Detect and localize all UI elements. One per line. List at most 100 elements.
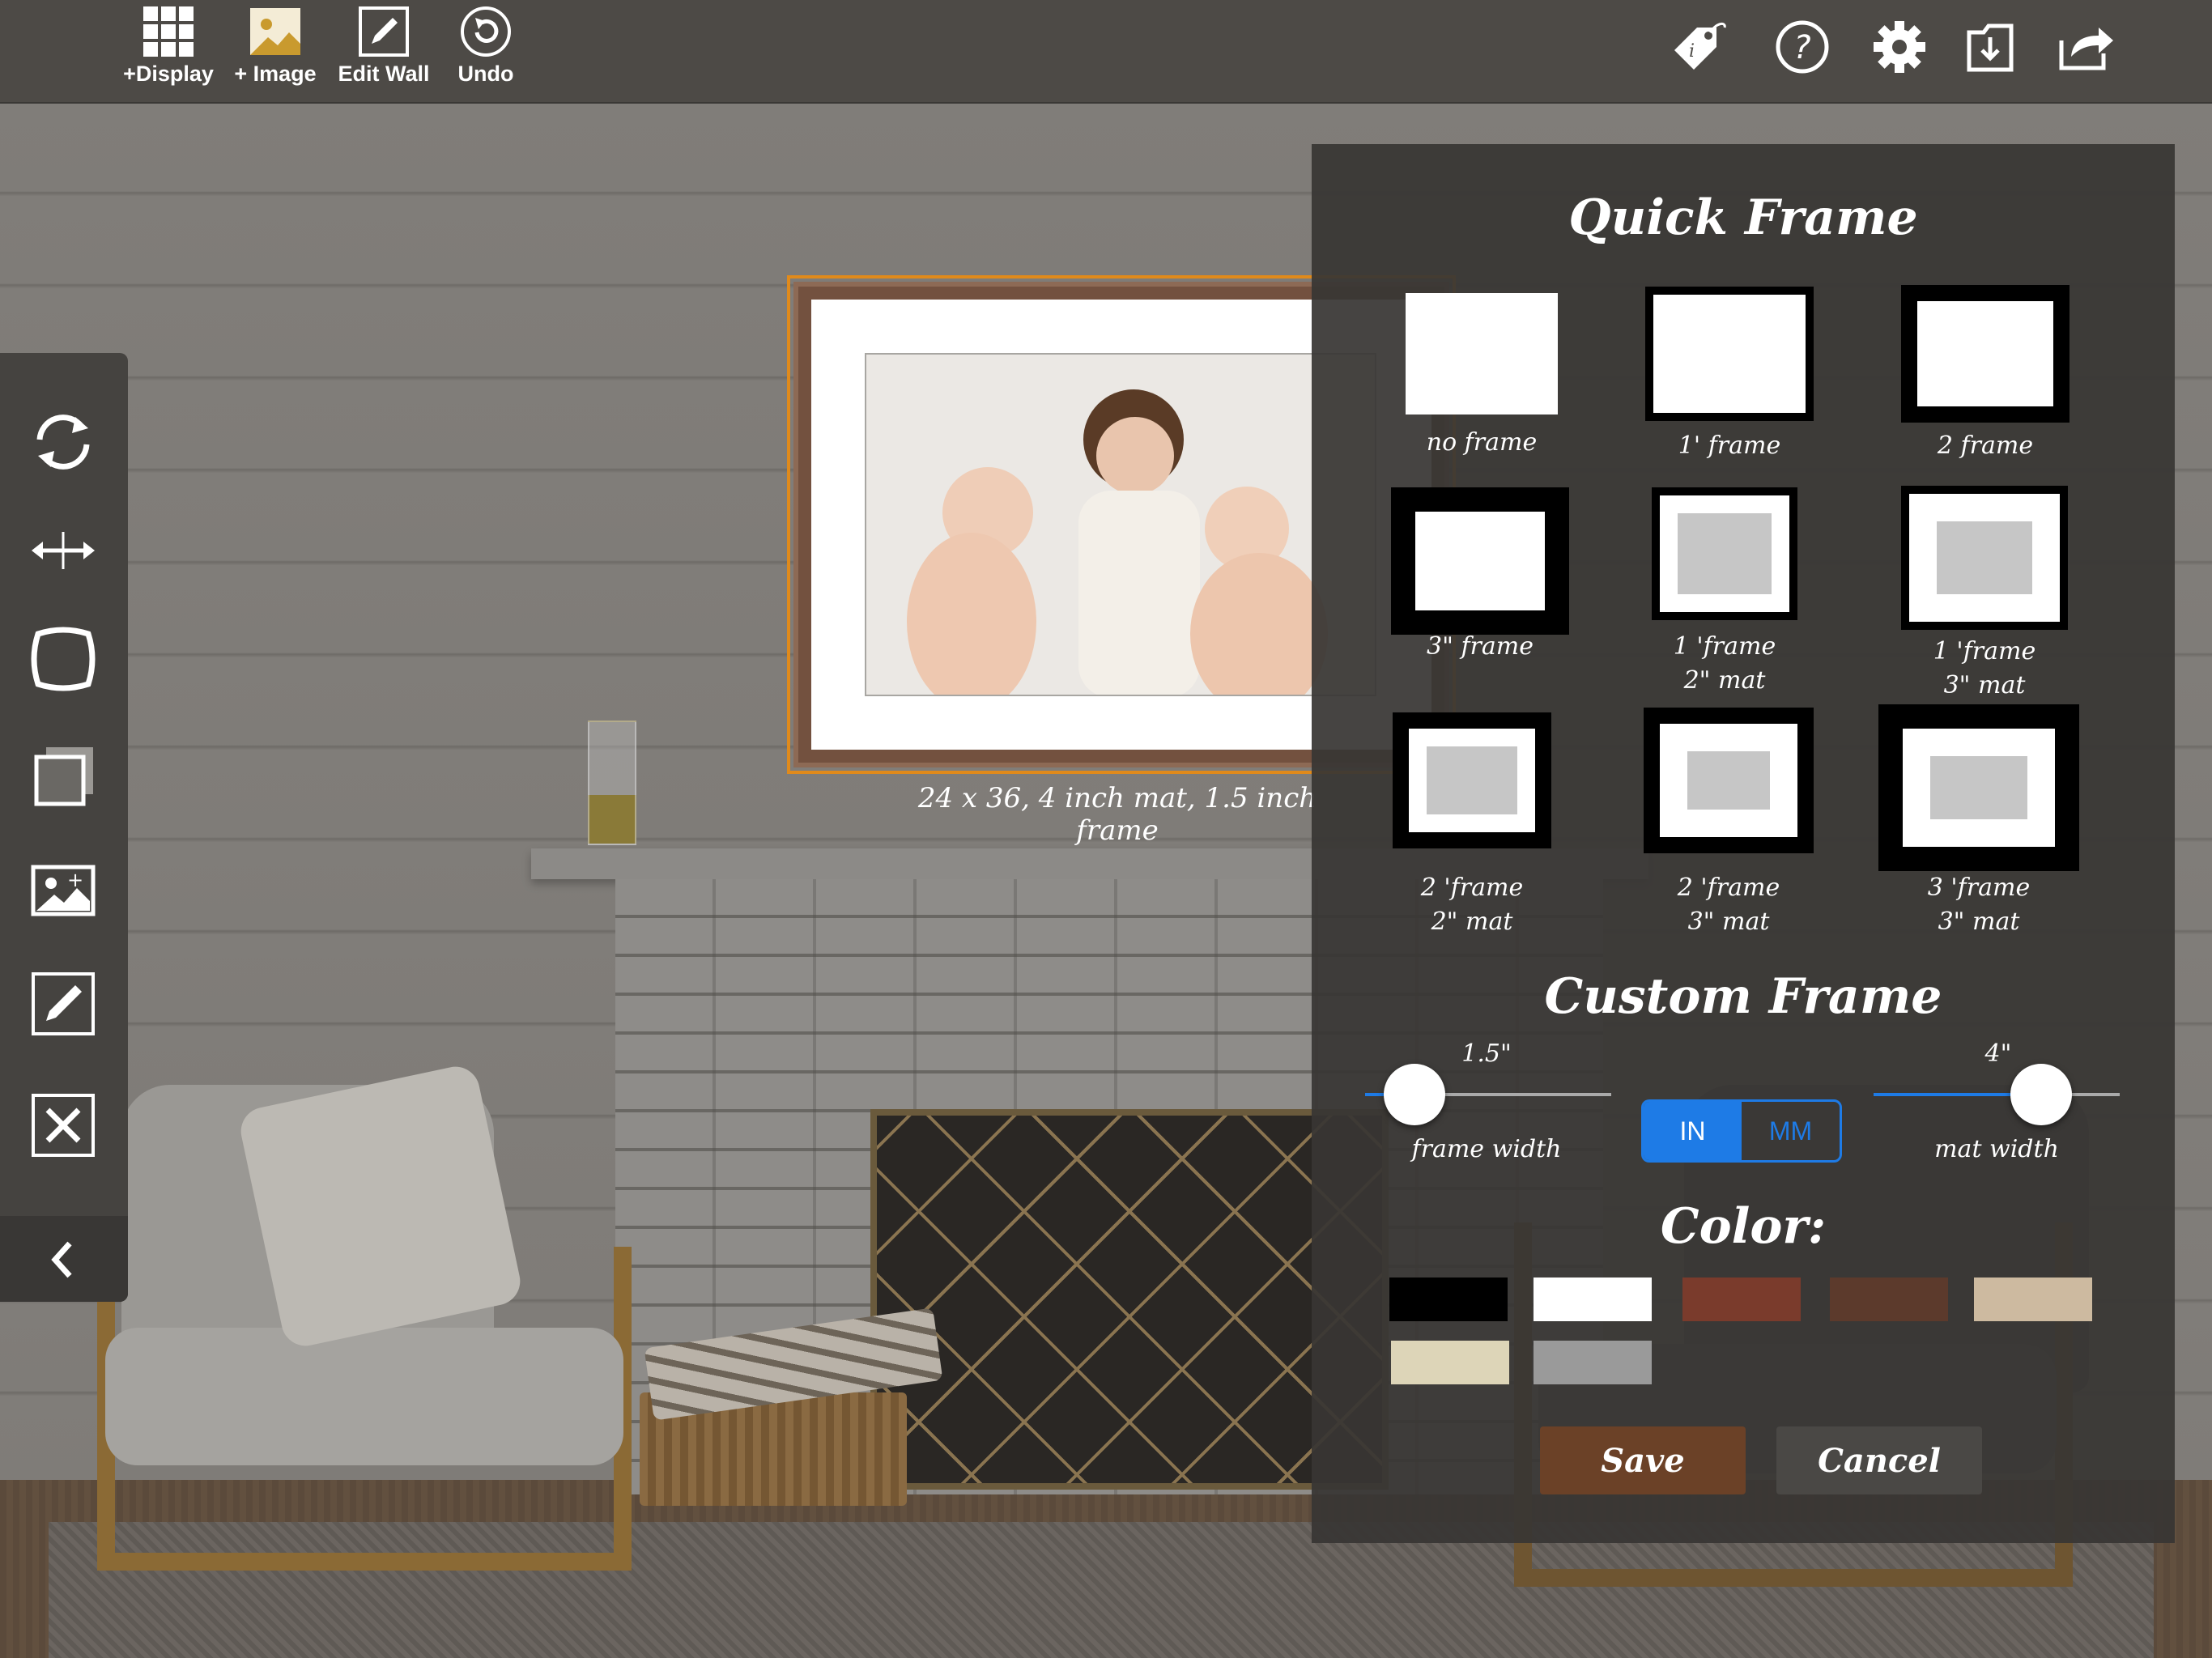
add-photo-button[interactable]: +	[24, 852, 102, 929]
delete-icon	[32, 1094, 95, 1157]
quick-frame-label-line1: 1 'frame	[1673, 632, 1776, 661]
chevron-left-icon	[51, 1241, 72, 1278]
shadow-icon	[34, 747, 93, 806]
unit-in-option[interactable]: IN	[1644, 1102, 1742, 1160]
save-button[interactable]: Save	[1540, 1426, 1746, 1494]
candle-vase	[588, 721, 636, 845]
quick-frame-label-line2: 3" mat	[1943, 671, 2026, 699]
quick-frame-1in-3mat[interactable]: 1 'frame 3" mat	[1901, 486, 2068, 699]
svg-text:?: ?	[1793, 29, 1810, 66]
mat-width-label: mat width	[1934, 1135, 2059, 1163]
left-tool-rail: +	[0, 353, 128, 1302]
quick-frame-none[interactable]: no frame	[1406, 293, 1558, 457]
quick-frame-1in[interactable]: 1' frame	[1645, 287, 1814, 460]
frame-thumbnail	[1901, 486, 2068, 630]
delete-button[interactable]	[24, 1086, 102, 1164]
chair-pillow	[236, 1062, 525, 1350]
custom-frame-title: Custom Frame	[1544, 968, 1942, 1025]
frame-thumbnail	[1652, 487, 1797, 620]
gear-icon[interactable]	[1869, 16, 1930, 78]
mat-width-value: 4"	[1984, 1039, 2012, 1068]
rotate-icon	[36, 414, 90, 470]
photo-placeholder	[1687, 751, 1770, 810]
quick-frame-label-line1: 2 'frame	[1420, 874, 1524, 902]
color-swatch[interactable]	[1391, 1341, 1509, 1384]
quick-frame-label-line2: 3" mat	[1938, 908, 2020, 936]
color-swatch[interactable]	[1830, 1278, 1948, 1321]
unit-mm-option[interactable]: MM	[1742, 1102, 1840, 1160]
quick-frame-2in-3mat[interactable]: 2 'frame 3" mat	[1644, 708, 1814, 936]
color-swatch[interactable]	[1682, 1278, 1801, 1321]
frame-thumbnail	[1644, 708, 1814, 853]
frame-style-icon	[31, 627, 96, 691]
cancel-button[interactable]: Cancel	[1776, 1426, 1982, 1494]
frame-thumbnail	[1406, 293, 1558, 414]
add-display-button[interactable]: +Display	[112, 5, 225, 94]
quick-frame-label: 3" frame	[1427, 632, 1534, 661]
quick-frame-3in-3mat[interactable]: 3 'frame 3" mat	[1878, 704, 2079, 936]
color-title: Color:	[1660, 1198, 1827, 1255]
resize-horizontal-button[interactable]	[24, 512, 102, 589]
frame-thumbnail	[1645, 287, 1814, 421]
quick-frame-2in[interactable]: 2 frame	[1901, 285, 2069, 460]
rotate-button[interactable]	[24, 403, 102, 481]
svg-text:+: +	[67, 869, 83, 891]
collapse-rail-button[interactable]	[0, 1216, 128, 1302]
color-swatch[interactable]	[1534, 1278, 1652, 1321]
frame-thumbnail	[1391, 487, 1569, 635]
frame-width-label: frame width	[1411, 1135, 1562, 1163]
quick-frame-label-line2: 2" mat	[1683, 666, 1766, 695]
top-toolbar: +Display + Image Edit Wall Undo i ?	[0, 0, 2212, 104]
frame-thumbnail	[1878, 704, 2079, 871]
add-image-label: + Image	[234, 62, 317, 86]
quick-frame-label: 2 frame	[1937, 432, 2034, 460]
photo-placeholder	[1427, 746, 1517, 814]
shadow-button[interactable]	[24, 737, 102, 814]
quick-frame-label-line1: 2 'frame	[1677, 874, 1780, 902]
save-to-folder-icon[interactable]	[1961, 16, 2023, 78]
help-icon[interactable]: ?	[1772, 16, 1833, 78]
undo-button[interactable]: Undo	[440, 5, 531, 94]
quick-frame-3in[interactable]: 3" frame	[1391, 487, 1569, 661]
photo-placeholder	[1937, 521, 2032, 594]
fireplace-screen	[870, 1109, 1389, 1490]
svg-text:i: i	[1689, 41, 1695, 62]
undo-icon	[461, 6, 511, 57]
quick-frame-label-line2: 3" mat	[1687, 908, 1770, 936]
frame-width-knob[interactable]	[1383, 1064, 1445, 1125]
photo-placeholder	[1930, 756, 2027, 819]
edit-wall-label: Edit Wall	[338, 62, 430, 86]
quick-frame-label-line1: 1 'frame	[1933, 637, 2036, 665]
add-image-icon: +	[31, 865, 96, 916]
frame-width-value: 1.5"	[1461, 1039, 1512, 1068]
mat-width-knob[interactable]	[2010, 1064, 2072, 1125]
edit-wall-button[interactable]: Edit Wall	[329, 5, 439, 94]
unit-toggle[interactable]: IN MM	[1641, 1099, 1842, 1163]
edit-button[interactable]	[24, 965, 102, 1043]
color-swatch[interactable]	[1534, 1341, 1652, 1384]
frame-thumbnail	[1901, 285, 2069, 423]
quick-frame-1in-2mat[interactable]: 1 'frame 2" mat	[1652, 487, 1797, 695]
add-image-button[interactable]: + Image	[220, 5, 330, 94]
quick-frame-label-line2: 2" mat	[1431, 908, 1513, 936]
display-size-caption: 24 x 36, 4 inch mat, 1.5 inch frame	[917, 782, 1317, 847]
undo-label: Undo	[457, 62, 514, 86]
resize-horizontal-icon	[32, 532, 95, 569]
quick-frame-2in-2mat[interactable]: 2 'frame 2" mat	[1393, 712, 1551, 936]
edit-icon	[32, 972, 95, 1035]
quick-frame-label-line1: 3 'frame	[1927, 874, 2031, 902]
pencil-square-icon	[359, 6, 409, 57]
color-swatch[interactable]	[1974, 1278, 2092, 1321]
grid-icon	[143, 6, 194, 57]
left-chair-seat	[105, 1328, 623, 1465]
quick-frame-title: Quick Frame	[1568, 189, 1918, 246]
add-display-label: +Display	[123, 62, 214, 86]
frame-thumbnail	[1393, 712, 1551, 848]
color-swatch[interactable]	[1389, 1278, 1508, 1321]
info-tag-icon[interactable]: i	[1668, 16, 1729, 78]
frame-style-button[interactable]	[24, 620, 102, 698]
quick-frame-label: no frame	[1426, 428, 1538, 457]
share-icon[interactable]	[2055, 16, 2116, 78]
image-icon	[250, 8, 300, 55]
quick-frame-label: 1' frame	[1678, 432, 1781, 460]
